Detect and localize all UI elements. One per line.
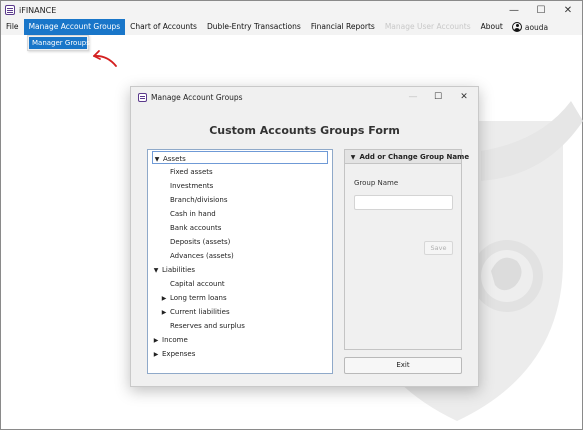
main-window: iFINANCE — ☐ ✕ File Manage Account Group… — [0, 0, 583, 430]
tree-item[interactable]: Cash in hand — [148, 207, 332, 221]
menu-chart-of-accounts[interactable]: Chart of Accounts — [125, 19, 202, 35]
tree-item-content: Branch/divisions — [160, 193, 227, 206]
expanded-icon[interactable]: ▼ — [152, 264, 160, 278]
manage-groups-dropdown: Manager Groups — [27, 35, 90, 51]
tree-item-label: Long term loans — [170, 294, 227, 302]
menu-file[interactable]: File — [1, 19, 24, 35]
menu-item-manager-groups[interactable]: Manager Groups — [29, 37, 90, 49]
save-button[interactable]: Save — [424, 241, 453, 255]
tree-item-label: Cash in hand — [170, 210, 216, 218]
menu-manage-user-accounts: Manage User Accounts — [384, 22, 471, 31]
user-menu[interactable]: aouda — [508, 19, 552, 35]
dialog-title-bar: Manage Account Groups — ☐ ✕ — [131, 87, 478, 107]
user-icon — [511, 22, 522, 32]
tree-item[interactable]: ▼ Liabilities — [148, 263, 332, 277]
group-name-input[interactable] — [354, 195, 453, 210]
tree-item-content: ▼ Liabilities — [152, 263, 195, 276]
form-heading: Custom Accounts Groups Form — [209, 124, 400, 137]
tree-item-label: Advances (assets) — [170, 252, 234, 260]
tree-item-content: Bank accounts — [160, 221, 221, 234]
tree-item[interactable]: Capital account — [148, 277, 332, 291]
tree-item-content: Capital account — [160, 277, 225, 290]
tree-item-label: Liabilities — [162, 266, 196, 274]
annotation-arrow-icon — [93, 50, 117, 67]
tree-item-content: ▶ Current liabilities — [160, 305, 230, 318]
panel-title: Add or Change Group Name — [359, 153, 470, 161]
manage-account-groups-dialog: Manage Account Groups — ☐ ✕ Custom Accou… — [130, 86, 479, 387]
tree-item-label: Current liabilities — [170, 308, 230, 316]
dialog-app-icon — [138, 92, 147, 102]
tree-item-content: ▶ Long term loans — [160, 291, 227, 304]
tree-item-content: Reserves and surplus — [160, 319, 245, 332]
account-groups-tree[interactable]: ▼ Assets Fixed assets Investments Branch/div… — [147, 149, 333, 374]
tree-item[interactable]: Reserves and surplus — [148, 319, 332, 333]
menu-financial-reports[interactable]: Financial Reports — [306, 19, 380, 35]
close-button[interactable]: ✕ — [554, 1, 582, 19]
dialog-close-button[interactable]: ✕ — [452, 87, 476, 107]
tree-item-label: Bank accounts — [170, 224, 222, 232]
tree-item-content: ▼ Assets — [152, 151, 328, 164]
tree-item-label: Capital account — [170, 280, 225, 288]
menu-bar: File Manage Account Groups Chart of Acco… — [1, 19, 582, 35]
tree-item[interactable]: Branch/divisions — [148, 193, 332, 207]
tree-item-label: Reserves and surplus — [170, 322, 245, 330]
tree-item[interactable]: ▶ Current liabilities — [148, 305, 332, 319]
tree-item-label: Expenses — [162, 350, 196, 358]
tree-item[interactable]: ▼ Assets — [148, 151, 332, 165]
tree-item-content: Fixed assets — [160, 165, 213, 178]
app-title: iFINANCE — [19, 5, 57, 15]
maximize-button[interactable]: ☐ — [527, 1, 555, 19]
tree-item-label: Income — [162, 336, 188, 344]
tree-item[interactable]: ▶ Long term loans — [148, 291, 332, 305]
tree-item-label: Fixed assets — [170, 168, 213, 176]
tree-item-label: Assets — [163, 155, 186, 163]
tree-item[interactable]: ▶ Income — [148, 333, 332, 347]
menu-about[interactable]: About — [476, 19, 508, 35]
menu-manage-account-groups[interactable]: Manage Account Groups — [23, 19, 126, 35]
minimize-button[interactable]: — — [500, 1, 528, 19]
user-name: aouda — [524, 22, 549, 32]
panel-header[interactable]: ▼ Add or Change Group Name — [345, 150, 469, 164]
dialog-maximize-button[interactable]: ☐ — [426, 87, 450, 107]
collapse-icon: ▼ — [350, 154, 356, 161]
tree-item-content: Investments — [160, 179, 213, 192]
collapsed-icon[interactable]: ▶ — [160, 306, 168, 320]
menu-double-entry-transactions[interactable]: Duble-Entry Transactions — [202, 19, 306, 35]
tree-item-content: Deposits (assets) — [160, 235, 230, 248]
tree-item-label: Investments — [170, 182, 214, 190]
tree-item[interactable]: ▶ Expenses — [148, 347, 332, 361]
tree-item[interactable]: Bank accounts — [148, 221, 332, 235]
tree-item[interactable]: Investments — [148, 179, 332, 193]
dialog-minimize-button[interactable]: — — [401, 87, 425, 107]
tree-item-content: ▶ Income — [152, 333, 188, 346]
tree-item[interactable]: Deposits (assets) — [148, 235, 332, 249]
group-name-panel: ▼ Add or Change Group Name Group Name Sa… — [344, 149, 469, 350]
exit-button[interactable]: Exit — [344, 357, 462, 374]
group-name-label: Group Name — [354, 179, 399, 187]
tree-item-content: Cash in hand — [160, 207, 216, 220]
collapsed-icon[interactable]: ▶ — [160, 292, 168, 306]
tree-item-content: ▶ Expenses — [152, 347, 196, 362]
tree-item[interactable]: Advances (assets) — [148, 249, 332, 263]
collapsed-icon[interactable]: ▶ — [152, 334, 160, 348]
tree-item-label: Deposits (assets) — [170, 238, 231, 246]
title-bar: iFINANCE — ☐ ✕ — [1, 1, 582, 19]
tree-item-content: Advances (assets) — [160, 249, 234, 262]
app-icon — [5, 5, 15, 15]
tree-item-label: Branch/divisions — [170, 196, 228, 204]
collapsed-icon[interactable]: ▶ — [152, 348, 160, 362]
tree-item[interactable]: Fixed assets — [148, 165, 332, 179]
dialog-title: Manage Account Groups — [151, 92, 243, 102]
